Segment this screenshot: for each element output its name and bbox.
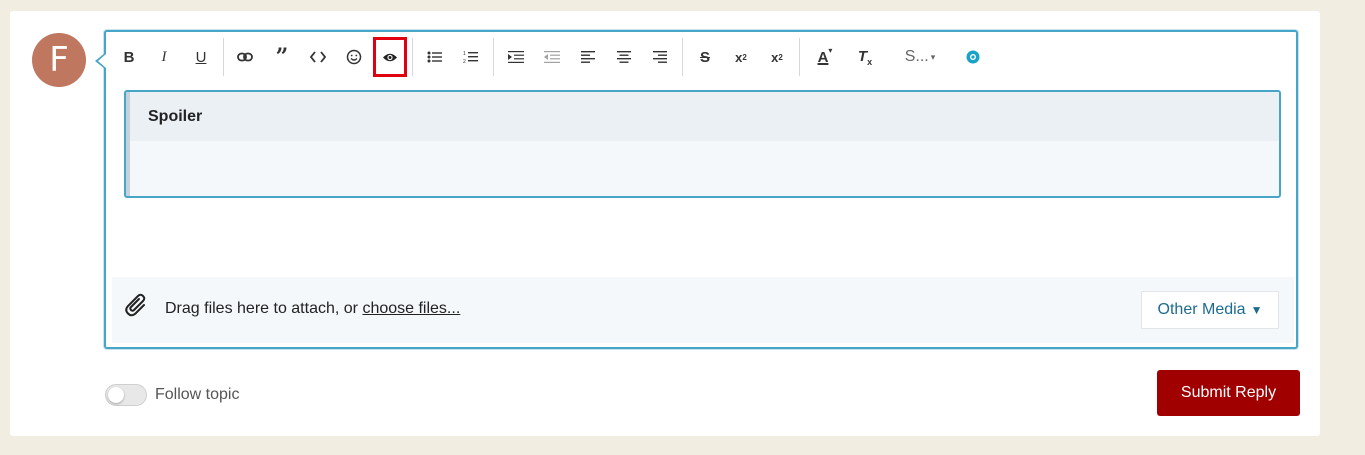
submit-reply-button[interactable]: Submit Reply <box>1157 370 1300 416</box>
subscript-button[interactable]: x2 <box>763 42 791 72</box>
other-media-button[interactable]: Other Media ▼ <box>1141 291 1279 329</box>
indent-icon <box>508 51 524 63</box>
quote-button[interactable]: ” <box>268 42 296 72</box>
smiley-icon <box>346 49 362 65</box>
quote-icon: ” <box>275 44 289 70</box>
submit-reply-label: Submit Reply <box>1180 384 1277 401</box>
superscript-button[interactable]: x2 <box>727 42 755 72</box>
paperclip-icon <box>124 292 150 318</box>
plugin-icon <box>966 50 980 64</box>
avatar[interactable]: F <box>32 33 86 87</box>
align-right-icon <box>653 51 667 63</box>
link-button[interactable] <box>231 42 259 72</box>
spoiler-content[interactable] <box>126 141 1279 196</box>
toolbar-separator <box>412 38 413 76</box>
choose-files-link[interactable]: choose files... <box>362 300 460 317</box>
numbered-list-button[interactable]: 12 <box>457 42 485 72</box>
follow-topic-label[interactable]: Follow topic <box>155 386 239 404</box>
editor-pointer-inner <box>98 54 106 68</box>
align-right-button[interactable] <box>646 42 674 72</box>
attachment-instructions: Drag files here to attach, or choose fil… <box>165 300 460 318</box>
dropdown-arrow-icon: ▾ <box>828 45 833 55</box>
strikethrough-button[interactable]: S <box>691 42 719 72</box>
align-left-button[interactable] <box>574 42 602 72</box>
link-icon <box>237 52 253 62</box>
spoiler-title: Spoiler <box>148 107 203 125</box>
bulleted-list-button[interactable] <box>421 42 449 72</box>
avatar-initial: F <box>49 40 69 80</box>
align-center-icon <box>617 51 631 63</box>
eye-icon <box>383 53 397 61</box>
spoiler-header: Spoiler <box>126 92 1279 141</box>
italic-button[interactable]: I <box>150 42 178 72</box>
outdent-button[interactable] <box>538 42 566 72</box>
code-icon <box>310 51 326 63</box>
align-center-button[interactable] <box>610 42 638 72</box>
attachment-text: Drag files here to attach, or <box>165 300 363 317</box>
toolbar-separator <box>799 38 800 76</box>
follow-topic-toggle[interactable] <box>105 384 147 406</box>
bullet-list-icon <box>427 51 442 63</box>
numbered-list-icon: 12 <box>463 51 478 64</box>
code-button[interactable] <box>304 42 332 72</box>
toolbar-separator <box>493 38 494 76</box>
emoji-button[interactable] <box>340 42 368 72</box>
toolbar-separator <box>682 38 683 76</box>
toggle-knob <box>108 387 124 403</box>
styles-label: S... <box>904 48 929 65</box>
outdent-icon <box>544 51 560 63</box>
styles-dropdown[interactable]: S... ▾ <box>895 42 945 72</box>
clear-formatting-button[interactable]: Tx <box>851 42 879 72</box>
underline-button[interactable]: U <box>187 42 215 72</box>
toolbar-separator <box>223 38 224 76</box>
spoiler-button[interactable] <box>373 37 407 77</box>
bold-button[interactable]: B <box>115 42 143 72</box>
align-left-icon <box>581 51 595 63</box>
spoiler-block[interactable]: Spoiler <box>124 90 1281 198</box>
svg-text:2: 2 <box>463 59 466 64</box>
clear-formatting-icon: Tx <box>857 47 873 67</box>
plugin-button[interactable] <box>959 42 987 72</box>
other-media-label: Other Media <box>1157 301 1246 318</box>
svg-text:1: 1 <box>463 51 466 57</box>
indent-button[interactable] <box>502 42 530 72</box>
font-color-button[interactable]: A ▾ <box>808 42 842 72</box>
caret-down-icon: ▼ <box>1250 303 1263 317</box>
chevron-down-icon: ▾ <box>930 51 936 62</box>
font-color-icon: A <box>817 48 829 66</box>
